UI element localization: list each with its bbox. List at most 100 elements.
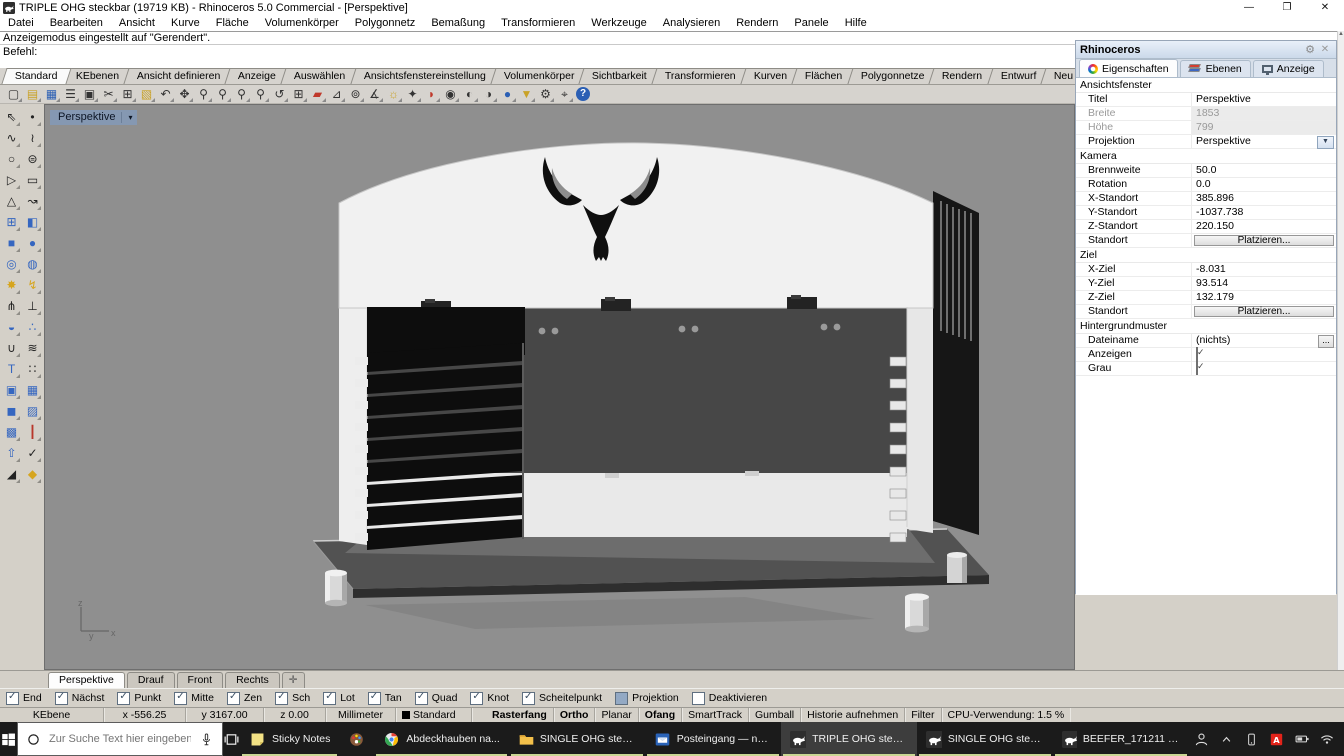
- grau-checkbox[interactable]: [1196, 361, 1198, 375]
- tab-polygonnetze[interactable]: Polygonnetze: [847, 68, 938, 84]
- tab-sichtbarkeit[interactable]: Sichtbarkeit: [579, 68, 661, 84]
- polygon-icon[interactable]: △: [1, 191, 22, 212]
- copy-icon[interactable]: ⊞: [118, 86, 137, 103]
- menu-ansicht[interactable]: Ansicht: [111, 16, 163, 31]
- menu-volumenkoerper[interactable]: Volumenkörper: [257, 16, 347, 31]
- copy-view-icon[interactable]: ▣: [80, 86, 99, 103]
- tab-auswaehlen[interactable]: Auswählen: [281, 68, 360, 84]
- tab-rendern[interactable]: Rendern: [929, 68, 996, 84]
- osnap-quad[interactable]: Quad: [415, 692, 458, 705]
- tab-ebenen[interactable]: Ebenen: [1180, 60, 1251, 77]
- options-gear-icon[interactable]: ⚙: [536, 86, 555, 103]
- viewport-layout-icon[interactable]: ⊞: [289, 86, 308, 103]
- named-view-icon[interactable]: ▰: [308, 86, 327, 103]
- search-input[interactable]: [47, 732, 193, 746]
- toggle-filter[interactable]: Filter: [905, 708, 941, 723]
- osnap-projektion[interactable]: Projektion: [615, 692, 679, 705]
- arc-icon[interactable]: ▷: [1, 170, 22, 191]
- menu-datei[interactable]: Datei: [0, 16, 42, 31]
- osnap-knot[interactable]: Knot: [470, 692, 509, 705]
- curve-control-points-icon[interactable]: ≀: [22, 128, 43, 149]
- undo-icon[interactable]: ↶: [156, 86, 175, 103]
- taskbar-item-folder-single-ohg[interactable]: SINGLE OHG steck...: [509, 722, 645, 756]
- ellipse-icon[interactable]: ⊜: [22, 149, 43, 170]
- selection-filter-icon[interactable]: ▼: [517, 86, 536, 103]
- shaded-mode-icon[interactable]: ◗: [422, 86, 441, 103]
- menu-kurve[interactable]: Kurve: [163, 16, 208, 31]
- taskbar-item-palette[interactable]: [339, 722, 374, 756]
- units-field[interactable]: Millimeter: [326, 708, 396, 723]
- taskbar-item-sticky-notes[interactable]: Sticky Notes: [240, 722, 339, 756]
- tab-volumenkoerper[interactable]: Volumenkörper: [490, 68, 588, 84]
- print-icon[interactable]: ☰: [61, 86, 80, 103]
- tab-eigenschaften[interactable]: Eigenschaften: [1079, 59, 1178, 77]
- tab-flaechen[interactable]: Flächen: [792, 68, 857, 84]
- join-icon[interactable]: ⊥: [22, 296, 43, 317]
- freeform-curve-icon[interactable]: ↝: [22, 191, 43, 212]
- xray-sphere-icon[interactable]: ◑: [479, 86, 498, 103]
- tab-standard[interactable]: Standard: [1, 68, 71, 84]
- lamp-icon[interactable]: ☼: [384, 86, 403, 103]
- minimize-button[interactable]: —: [1230, 0, 1268, 16]
- osnap-naechst[interactable]: Nächst: [55, 692, 105, 705]
- trim-icon[interactable]: ↯: [22, 275, 43, 296]
- panel-close-icon[interactable]: ✕: [1318, 44, 1332, 55]
- osnap-scheitelpunkt[interactable]: Scheitelpunkt: [522, 692, 602, 705]
- layer-field[interactable]: Standard: [396, 708, 472, 723]
- tab-anzeige[interactable]: Anzeige: [1253, 60, 1324, 77]
- osnap-punkt[interactable]: Punkt: [117, 692, 161, 705]
- paste-icon[interactable]: ▧: [137, 86, 156, 103]
- spheres-icon[interactable]: ●: [22, 233, 43, 254]
- deformed-solid-icon[interactable]: ◍: [22, 254, 43, 275]
- viewport-tab-front[interactable]: Front: [177, 672, 224, 688]
- people-icon[interactable]: [1193, 730, 1211, 748]
- surface-patch-icon[interactable]: ◧: [22, 212, 43, 233]
- zoom-selected-icon[interactable]: ⚲: [232, 86, 251, 103]
- command-scrollbar[interactable]: ▲: [1337, 31, 1344, 670]
- osnap-sch[interactable]: Sch: [275, 692, 310, 705]
- add-viewport-tab-icon[interactable]: ✛: [282, 672, 305, 688]
- toggle-ofang[interactable]: Ofang: [639, 708, 682, 723]
- torus-icon[interactable]: ◎: [1, 254, 22, 275]
- viewport-title-dropdown[interactable]: Perspektive ▾: [50, 110, 137, 125]
- new-file-icon[interactable]: ▢: [4, 86, 23, 103]
- toggle-historie[interactable]: Historie aufnehmen: [801, 708, 905, 723]
- circle-icon[interactable]: ○: [1, 149, 22, 170]
- copy-objects-icon[interactable]: ▦: [22, 380, 43, 401]
- menu-bearbeiten[interactable]: Bearbeiten: [42, 16, 111, 31]
- menu-werkzeuge[interactable]: Werkzeuge: [583, 16, 654, 31]
- taskbar-item-chrome-abdeckhauben[interactable]: Abdeckhauben na...: [374, 722, 508, 756]
- battery-icon[interactable]: [1293, 730, 1311, 748]
- menu-hilfe[interactable]: Hilfe: [837, 16, 875, 31]
- menu-analysieren[interactable]: Analysieren: [655, 16, 728, 31]
- taskbar-item-rhino-beefer[interactable]: BEEFER_171211 (14...: [1053, 722, 1189, 756]
- extrude-icon[interactable]: ⇧: [1, 443, 22, 464]
- point-options-icon[interactable]: ∴: [22, 317, 43, 338]
- text-object-icon[interactable]: T: [1, 359, 22, 380]
- taskbar-search[interactable]: [17, 722, 223, 756]
- taskbar-item-mail-posteingang[interactable]: Posteingang — ne...: [645, 722, 781, 756]
- box-icon[interactable]: ■: [1, 233, 22, 254]
- tab-transformieren[interactable]: Transformieren: [652, 68, 750, 84]
- scroll-up-icon[interactable]: ▲: [1338, 31, 1344, 37]
- fillet-curve-icon[interactable]: ∪: [1, 338, 22, 359]
- menu-transformieren[interactable]: Transformieren: [493, 16, 583, 31]
- tab-kebenen[interactable]: KEbenen: [62, 68, 132, 84]
- hatch-icon[interactable]: ▨: [22, 401, 43, 422]
- set-cplane-icon[interactable]: ⊿: [327, 86, 346, 103]
- polyline-icon[interactable]: ∿: [1, 128, 22, 149]
- menu-polygonnetz[interactable]: Polygonnetz: [347, 16, 424, 31]
- cplane-field[interactable]: KEbene: [0, 708, 104, 723]
- lock-icon[interactable]: ✦: [403, 86, 422, 103]
- point-icon[interactable]: •: [22, 107, 43, 128]
- taskbar-item-rhino-triple-ohg[interactable]: TRIPLE OHG steck...: [781, 722, 917, 756]
- osnap-zen[interactable]: Zen: [227, 692, 262, 705]
- ghosted-sphere-icon[interactable]: ◐: [460, 86, 479, 103]
- toggle-gumball[interactable]: Gumball: [749, 708, 801, 723]
- rectangle-icon[interactable]: ▭: [22, 170, 43, 191]
- measure-icon[interactable]: ∡: [365, 86, 384, 103]
- rotate-view-icon[interactable]: ↺: [270, 86, 289, 103]
- help-icon[interactable]: ?: [576, 87, 590, 101]
- tab-ansicht-definieren[interactable]: Ansicht definieren: [123, 68, 234, 84]
- osnap-deaktivieren[interactable]: Deaktivieren: [692, 692, 767, 705]
